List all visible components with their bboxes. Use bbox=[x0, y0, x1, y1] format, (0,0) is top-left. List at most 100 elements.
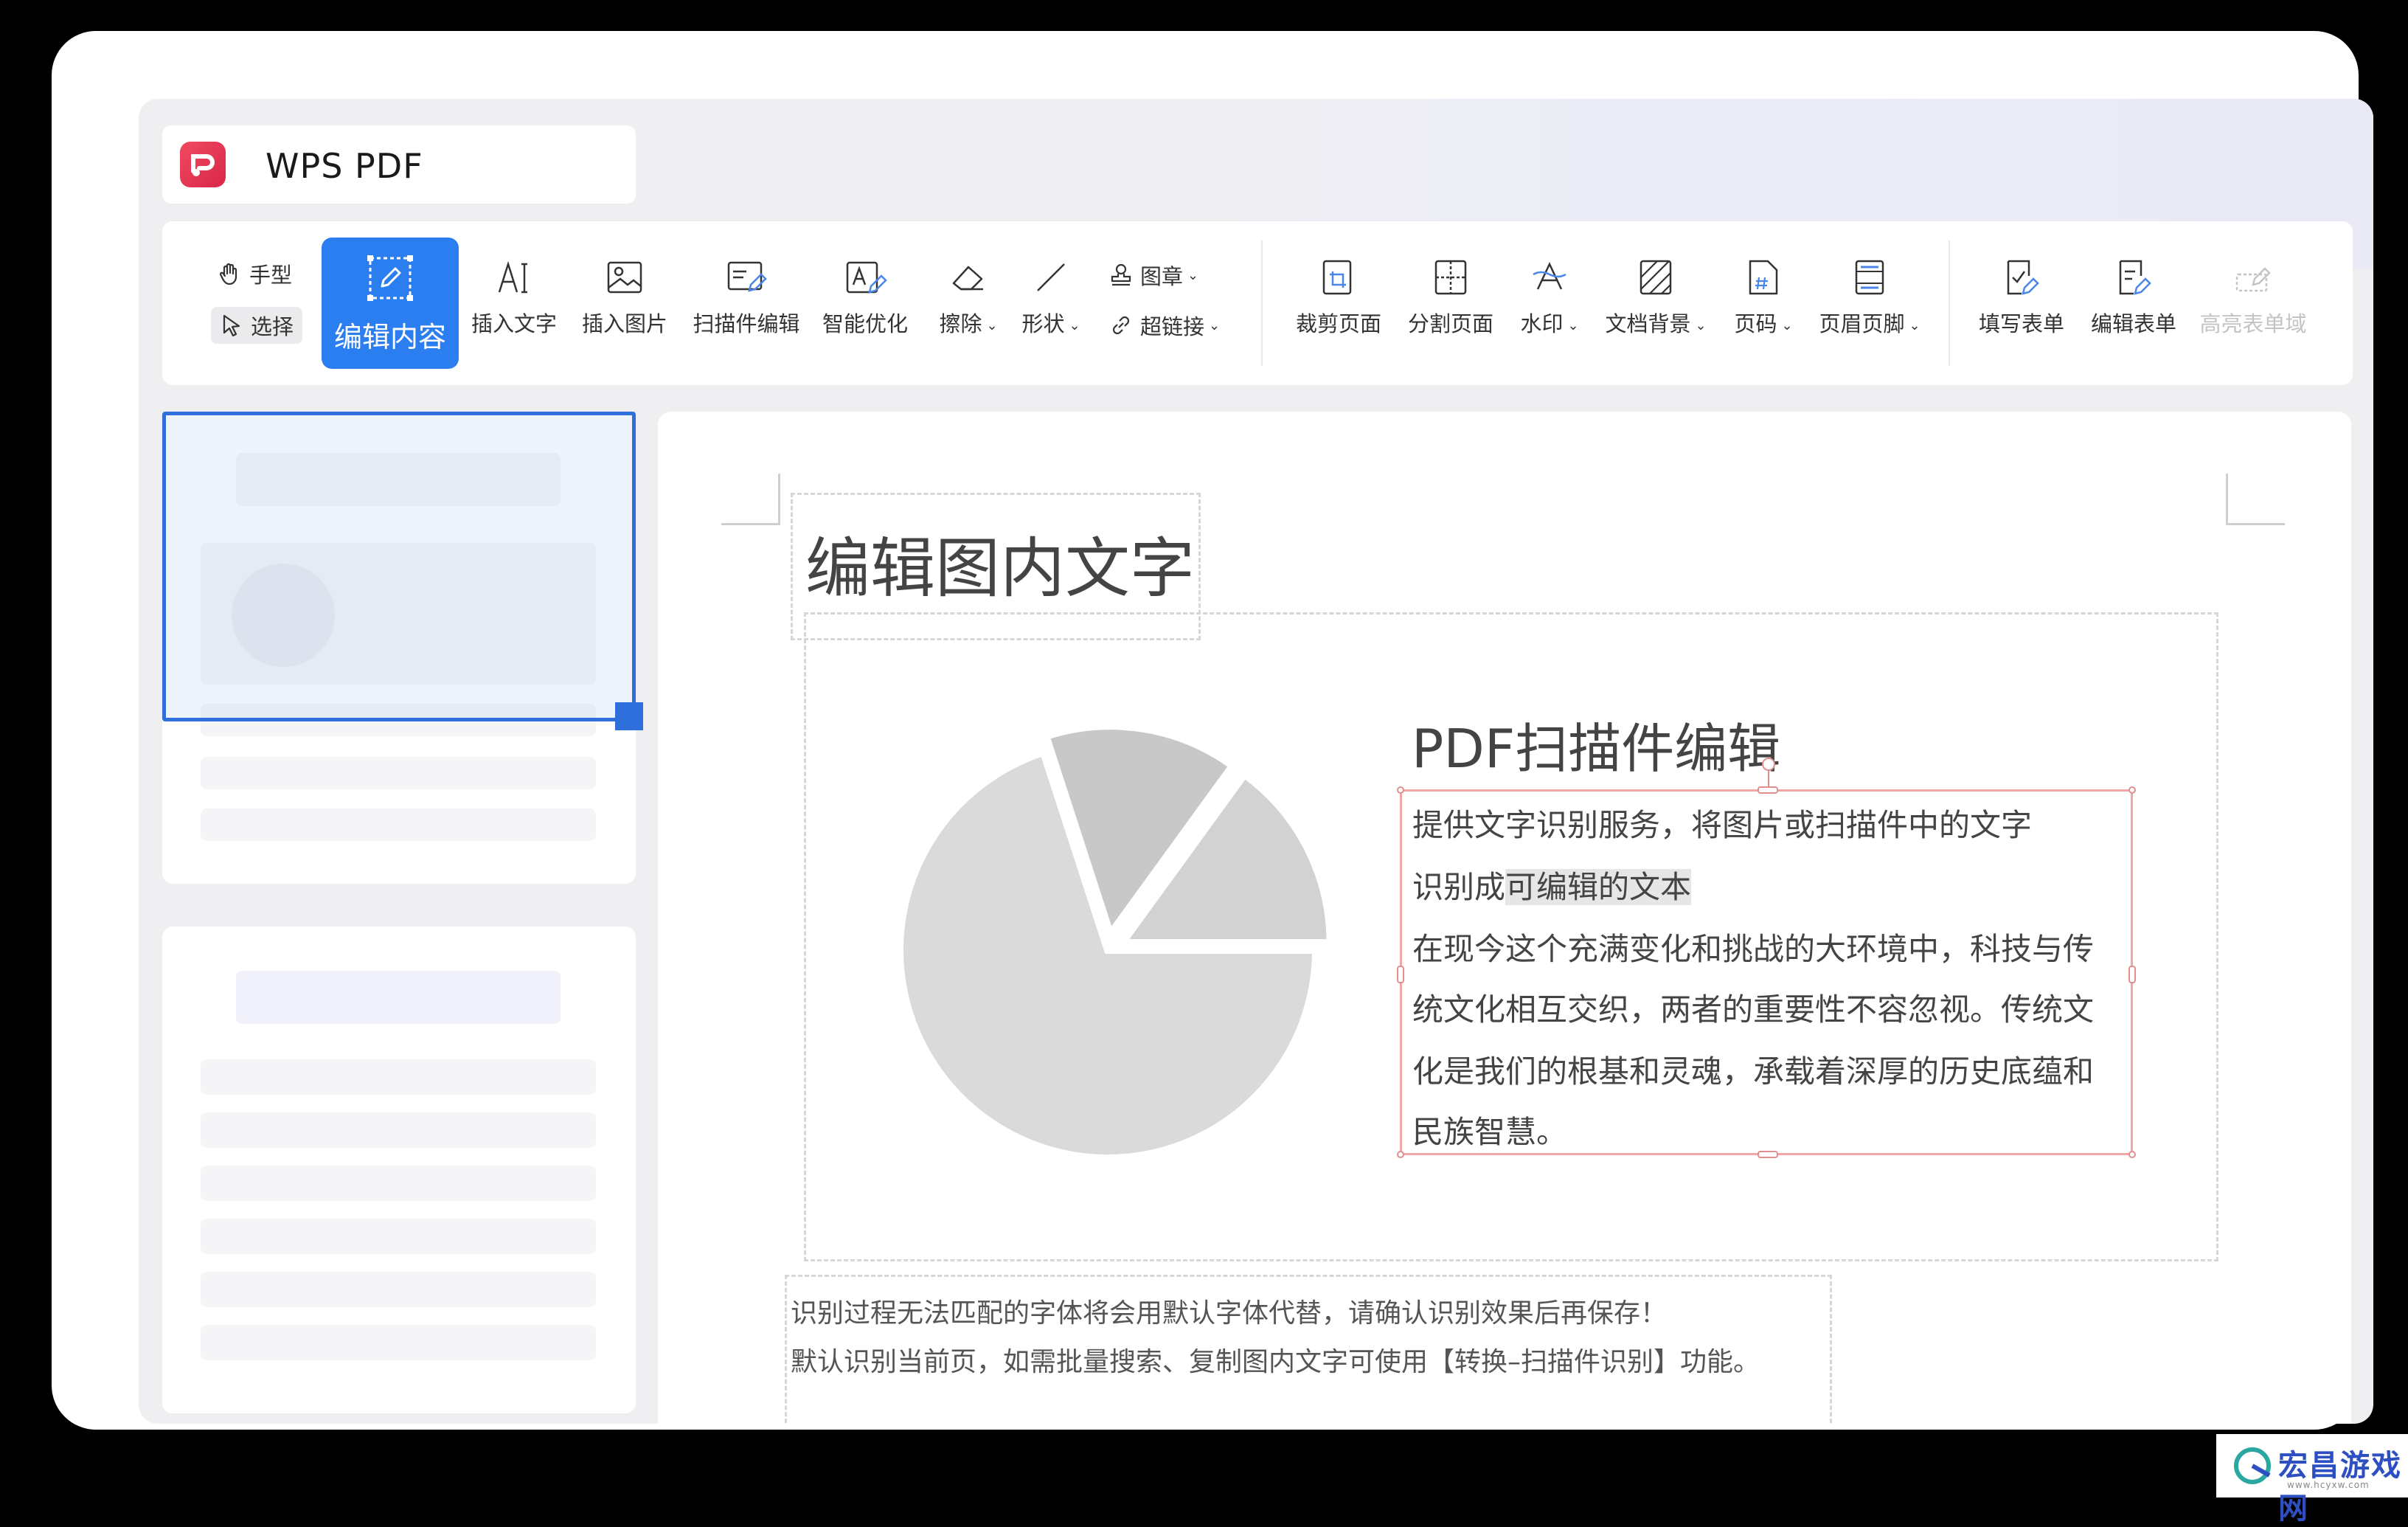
image-subheading[interactable]: PDF扫描件编辑 bbox=[1412, 705, 1780, 783]
cursor-arrow-icon bbox=[223, 314, 240, 337]
insert-text-icon bbox=[498, 260, 527, 294]
resize-handle[interactable] bbox=[615, 702, 643, 730]
text-line-4: 统文化相互交织，两者的重要性不容忽视。传统文 bbox=[1412, 991, 2095, 1028]
resize-handle[interactable] bbox=[1758, 786, 1778, 794]
selection-rectangle[interactable] bbox=[162, 412, 636, 721]
crop-page-label: 裁剪页面 bbox=[1295, 311, 1381, 336]
header-footer-icon bbox=[1855, 260, 1884, 295]
crop-mark bbox=[721, 474, 780, 525]
stamp-icon bbox=[1111, 263, 1131, 286]
background-icon bbox=[1640, 260, 1672, 295]
scan-edit-button[interactable]: 扫描件编辑 bbox=[687, 255, 805, 338]
watermark-logo-icon bbox=[2234, 1447, 2271, 1484]
insert-image-label: 插入图片 bbox=[581, 311, 667, 336]
text-line-2: 识别成可编辑的文本 bbox=[1412, 869, 1692, 905]
chevron-down-icon: ⌄ bbox=[1695, 317, 1707, 333]
watermark-label: 水印 ⌄ bbox=[1520, 311, 1579, 336]
edit-content-icon bbox=[367, 255, 413, 301]
document-page: 编辑图内文字 PDF扫描件编辑 提供文字识别服务，将图片或扫描件中的文字 识别成… bbox=[658, 412, 2351, 1424]
eraser-icon bbox=[952, 266, 983, 291]
thumbnail-placeholder bbox=[201, 1325, 596, 1360]
thumbnail-placeholder bbox=[201, 808, 596, 841]
text-line-6: 民族智慧。 bbox=[1412, 1114, 1568, 1150]
scan-edit-icon bbox=[727, 261, 767, 292]
edit-form-label: 编辑表单 bbox=[2090, 311, 2176, 336]
split-icon bbox=[1434, 260, 1467, 295]
shape-label: 形状 ⌄ bbox=[1021, 311, 1080, 336]
notice-line-1: 识别过程无法匹配的字体将会用默认字体代替，请确认识别效果后再保存！ bbox=[791, 1298, 1668, 1329]
highlight-icon bbox=[2235, 267, 2271, 292]
thumbnail-placeholder bbox=[236, 971, 561, 1024]
thumbnail-placeholder bbox=[201, 1166, 596, 1201]
page-number-button[interactable]: 页码 ⌄ bbox=[1723, 255, 1804, 338]
resize-handle[interactable] bbox=[2128, 966, 2136, 983]
insert-text-button[interactable]: 插入文字 bbox=[466, 255, 562, 338]
crop-mark bbox=[2226, 474, 2285, 525]
stamp-button[interactable]: 图章 ⌄ bbox=[1108, 260, 1198, 291]
doc-background-button[interactable]: 文档背景 ⌄ bbox=[1593, 255, 1718, 338]
erase-button[interactable]: 擦除 ⌄ bbox=[928, 255, 1009, 338]
wps-pdf-logo-icon bbox=[180, 142, 226, 187]
thumbnail-placeholder bbox=[201, 1059, 596, 1095]
editable-text-box[interactable]: 提供文字识别服务，将图片或扫描件中的文字 识别成可编辑的文本 在现今这个充满变化… bbox=[1397, 758, 2136, 1158]
header-footer-button[interactable]: 页眉页脚 ⌄ bbox=[1807, 255, 1932, 338]
text-line-3: 在现今这个充满变化和挑战的大环境中，科技与传 bbox=[1412, 931, 2095, 967]
screenshot-stage: WPS PDF 手型 选择 编辑内容 插入文字 插入图片 扫描件编辑 智能优化 … bbox=[0, 0, 2408, 1526]
text-line-1: 提供文字识别服务，将图片或扫描件中的文字 bbox=[1412, 807, 2033, 843]
edit-content-button[interactable]: 编辑内容 bbox=[322, 238, 459, 369]
toolbar: 手型 选择 编辑内容 插入文字 插入图片 扫描件编辑 智能优化 擦除 ⌄ 形状 … bbox=[162, 221, 2353, 385]
chevron-down-icon: ⌄ bbox=[1209, 317, 1221, 333]
resize-handle[interactable] bbox=[2128, 1151, 2136, 1158]
doc-background-label: 文档背景 ⌄ bbox=[1605, 311, 1707, 336]
text-line-5: 化是我们的根基和灵魂，承载着深厚的历史底蕴和 bbox=[1412, 1053, 2095, 1090]
scan-edit-label: 扫描件编辑 bbox=[693, 311, 800, 336]
chevron-down-icon: ⌄ bbox=[1069, 317, 1080, 333]
page-thumbnail-1[interactable] bbox=[162, 412, 643, 884]
stamp-label: 图章 bbox=[1140, 264, 1184, 289]
notice-line-2: 默认识别当前页，如需批量搜索、复制图内文字可使用【转换–扫描件识别】功能。 bbox=[791, 1347, 1760, 1377]
chevron-down-icon: ⌄ bbox=[1187, 267, 1199, 283]
watermark-button[interactable]: 水印 ⌄ bbox=[1509, 255, 1590, 338]
edit-form-button[interactable]: 编辑表单 bbox=[2078, 255, 2189, 338]
thumbnail-placeholder bbox=[201, 1112, 596, 1148]
split-page-button[interactable]: 分割页面 bbox=[1395, 255, 1506, 338]
rotate-handle-icon[interactable] bbox=[1762, 758, 1775, 771]
chevron-down-icon: ⌄ bbox=[1567, 317, 1579, 333]
select-tool-button[interactable]: 选择 bbox=[211, 307, 303, 344]
crop-page-button[interactable]: 裁剪页面 bbox=[1283, 255, 1394, 338]
resize-handle[interactable] bbox=[2128, 786, 2136, 794]
shape-button[interactable]: 形状 ⌄ bbox=[1010, 255, 1092, 338]
edit-content-label: 编辑内容 bbox=[333, 321, 446, 353]
thumbnail-placeholder bbox=[201, 1272, 596, 1307]
ocr-notice: 识别过程无法匹配的字体将会用默认字体代替，请确认识别效果后再保存！ 默认识别当前… bbox=[791, 1289, 1760, 1387]
fill-form-label: 填写表单 bbox=[1978, 311, 2064, 336]
app-window: WPS PDF 手型 选择 编辑内容 插入文字 插入图片 扫描件编辑 智能优化 … bbox=[139, 99, 2373, 1424]
chevron-down-icon: ⌄ bbox=[1781, 317, 1793, 333]
resize-handle[interactable] bbox=[1397, 786, 1404, 794]
toolbar-divider bbox=[1261, 240, 1263, 366]
insert-text-label: 插入文字 bbox=[471, 311, 557, 336]
insert-image-button[interactable]: 插入图片 bbox=[577, 255, 673, 338]
highlight-fields-button[interactable]: 高亮表单域 bbox=[2190, 255, 2316, 338]
watermark-url: www.hcyxw.com bbox=[2287, 1480, 2370, 1490]
hand-label: 手型 bbox=[249, 263, 293, 288]
split-page-label: 分割页面 bbox=[1407, 311, 1493, 336]
image-icon bbox=[607, 261, 642, 294]
highlighted-text: 可编辑的文本 bbox=[1505, 869, 1692, 905]
resize-handle[interactable] bbox=[1397, 1151, 1404, 1158]
app-title: WPS PDF bbox=[266, 146, 423, 186]
link-icon bbox=[1112, 316, 1130, 335]
page-heading[interactable]: 编辑图内文字 bbox=[805, 516, 1195, 610]
resize-handle[interactable] bbox=[1758, 1151, 1778, 1158]
smart-optimize-button[interactable]: 智能优化 bbox=[817, 255, 913, 338]
hyperlink-button[interactable]: 超链接 ⌄ bbox=[1108, 310, 1220, 341]
thumbnail-placeholder bbox=[201, 757, 596, 789]
pie-chart bbox=[896, 722, 1334, 1162]
page-number-icon bbox=[1749, 260, 1778, 295]
resize-handle[interactable] bbox=[1397, 966, 1404, 983]
hand-tool-button[interactable]: 手型 bbox=[217, 258, 292, 289]
fill-form-button[interactable]: 填写表单 bbox=[1966, 255, 2077, 338]
page-thumbnail-2[interactable] bbox=[162, 927, 636, 1413]
thumbnail-placeholder bbox=[201, 1219, 596, 1254]
chevron-down-icon: ⌄ bbox=[1909, 317, 1920, 333]
